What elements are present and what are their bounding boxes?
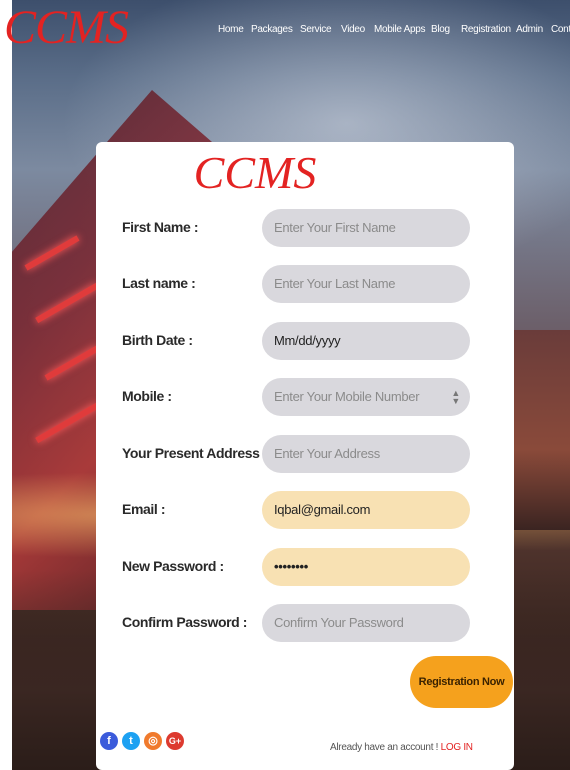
first-name-input[interactable]: Enter Your First Name [262, 209, 470, 247]
login-link[interactable]: LOG IN [441, 742, 473, 753]
registration-submit-button[interactable]: Registration Now [410, 656, 513, 708]
nav-registration[interactable]: Registration [461, 24, 511, 35]
address-input[interactable]: Enter Your Address [262, 435, 470, 473]
birth-date-label: Birth Date : [122, 332, 193, 348]
last-name-label: Last name : [122, 275, 196, 291]
form-title: CCMS [193, 147, 317, 198]
address-label: Your Present Address : [122, 445, 268, 461]
last-name-input[interactable]: Enter Your Last Name [262, 265, 470, 303]
nav-blog[interactable]: Blog [431, 24, 450, 35]
birth-date-input[interactable]: Mm/dd/yyyy [262, 322, 470, 360]
new-password-input[interactable]: •••••••• [262, 548, 470, 586]
nav-video[interactable]: Video [341, 24, 365, 35]
twitter-icon[interactable]: t [122, 732, 140, 750]
new-password-label: New Password : [122, 558, 224, 574]
number-spinner-icon[interactable]: ▲ ▼ [451, 389, 460, 406]
email-label: Email : [122, 501, 166, 517]
registration-page: CCMS Home Packages Service Video Mobile … [0, 0, 570, 770]
nav-mobile-apps[interactable]: Mobile Apps [374, 24, 425, 35]
nav-service[interactable]: Service [300, 24, 332, 35]
nav-admin[interactable]: Admin [516, 24, 543, 35]
already-account-text: Already have an account ! [330, 742, 439, 753]
login-prompt: Already have an account ! LOG IN [330, 742, 473, 753]
registration-form: CCMS First Name : Enter Your First Name … [96, 142, 514, 770]
instagram-icon[interactable]: ◎ [144, 732, 162, 750]
nav-home[interactable]: Home [218, 24, 244, 35]
confirm-password-input[interactable]: Confirm Your Password [262, 604, 470, 642]
mobile-label: Mobile : [122, 388, 172, 404]
nav-packages[interactable]: Packages [251, 24, 293, 35]
mobile-input[interactable]: Enter Your Mobile Number ▲ ▼ [262, 378, 470, 416]
confirm-password-label: Confirm Password : [122, 614, 248, 630]
email-input[interactable]: Iqbal@gmail.com [262, 491, 470, 529]
mobile-placeholder: Enter Your Mobile Number [274, 389, 420, 404]
first-name-label: First Name : [122, 219, 199, 235]
nav-contact[interactable]: Conta [551, 24, 570, 35]
google-plus-icon[interactable]: G+ [166, 732, 184, 750]
top-navigation: Home Packages Service Video Mobile Apps … [0, 24, 570, 38]
facebook-icon[interactable]: f [100, 732, 118, 750]
